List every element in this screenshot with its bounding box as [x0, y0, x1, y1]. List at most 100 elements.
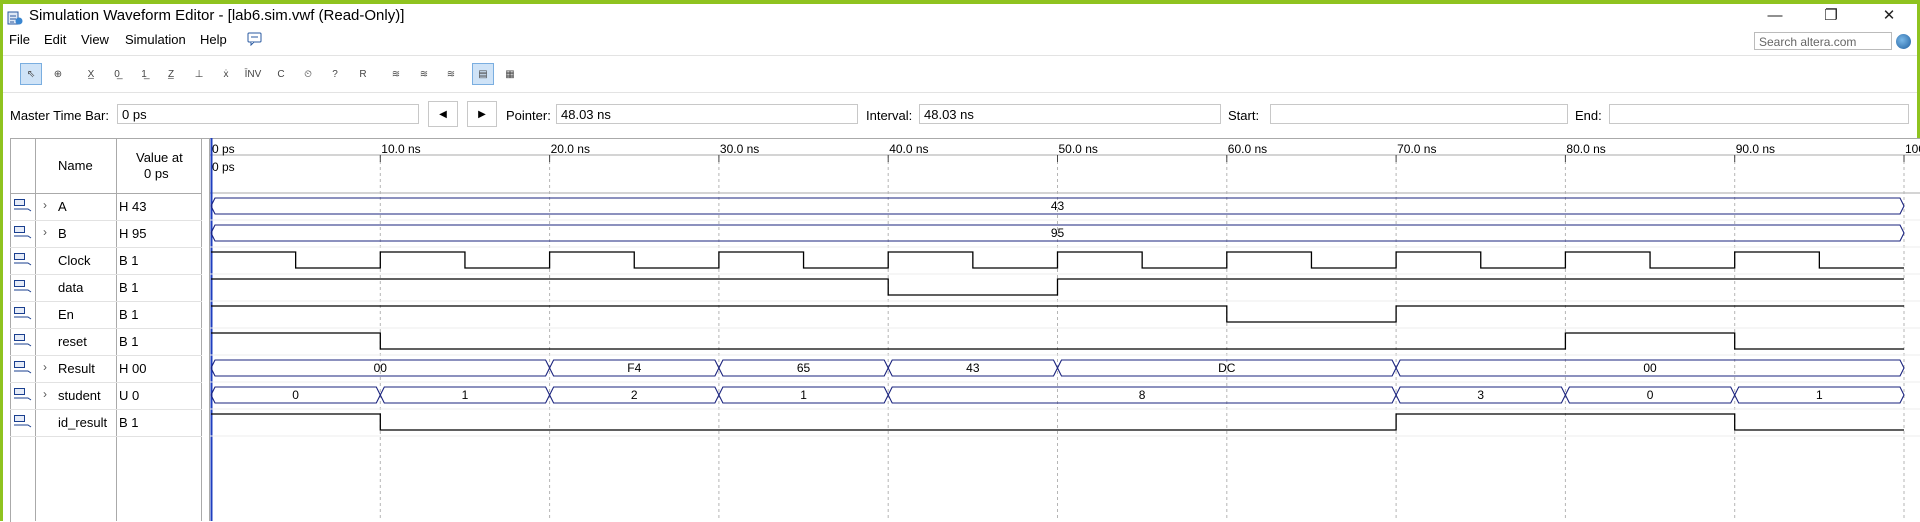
pointer-label: Pointer:	[506, 108, 551, 123]
interval-field[interactable]: 48.03 ns	[919, 104, 1221, 124]
menu-help[interactable]: Help	[200, 32, 227, 47]
bus-value-label: 00	[1643, 361, 1657, 375]
signal-value: U 0	[119, 388, 140, 403]
forcing-unknown-icon[interactable]: X̲	[80, 63, 102, 85]
input-pin-icon	[14, 280, 32, 294]
netlist-icon[interactable]: ≋	[440, 63, 462, 85]
high-impedance-icon[interactable]: Z̲	[160, 63, 182, 85]
weak-high-icon[interactable]: ẋ	[215, 63, 237, 85]
menu-simulation[interactable]: Simulation	[125, 32, 186, 47]
input-pin-icon	[14, 199, 32, 213]
expand-chevron-icon[interactable]: ›	[43, 360, 47, 374]
signal-value: B 1	[119, 334, 139, 349]
output-pin-icon	[14, 388, 32, 402]
signal-row[interactable]: reset B 1	[10, 328, 202, 356]
time-tick-label: 90.0 ns	[1736, 142, 1775, 156]
arbitrary-value-icon[interactable]: ?	[324, 63, 346, 85]
signal-row[interactable]: › B H 95	[10, 220, 202, 248]
clock-value-icon[interactable]: ⏲	[297, 63, 319, 85]
bus-value-label: 1	[462, 388, 469, 402]
timing-simulation-icon[interactable]: ≋	[413, 63, 435, 85]
signal-row[interactable]: › A H 43	[10, 193, 202, 221]
time-tick-label: 70.0 ns	[1397, 142, 1436, 156]
next-transition-button[interactable]: ▶	[467, 101, 497, 127]
app-icon	[7, 11, 23, 25]
menu-bar: File Edit View Simulation Help	[3, 28, 1917, 52]
signal-row[interactable]: data B 1	[10, 274, 202, 302]
waveform-plot[interactable]: 0 ps 10.0 ns 20.0 ns 30.0 ns 40.0 ns 50.0 ns 6…	[210, 138, 1920, 521]
grid-icon[interactable]: ▦	[499, 63, 521, 85]
signal-value: H 00	[119, 361, 147, 376]
signal-value: H 95	[119, 226, 147, 241]
time-tick-label: 0 ps	[212, 142, 235, 156]
menu-file[interactable]: File	[9, 32, 30, 47]
output-pin-icon	[14, 361, 32, 375]
master-time-bar-field[interactable]: 0 ps	[117, 104, 419, 124]
waveform-view-icon[interactable]: ▤	[472, 63, 494, 85]
start-field[interactable]	[1270, 104, 1568, 124]
search-input[interactable]: Search altera.com	[1754, 32, 1892, 50]
signal-value: B 1	[119, 280, 139, 295]
signal-value: B 1	[119, 253, 139, 268]
forcing-high-icon[interactable]: 1̲	[133, 63, 155, 85]
bus-value-label: 00	[374, 361, 388, 375]
value-column-header[interactable]: Value at	[136, 150, 183, 165]
signal-row[interactable]: › student U 0	[10, 382, 202, 410]
expand-chevron-icon[interactable]: ›	[43, 225, 47, 239]
random-value-icon[interactable]: R	[352, 63, 374, 85]
minimize-button[interactable]: —	[1755, 4, 1795, 26]
signal-row[interactable]: En B 1	[10, 301, 202, 329]
end-label: End:	[1575, 108, 1602, 123]
input-pin-icon	[14, 226, 32, 240]
time-tick-label: 20.0 ns	[551, 142, 590, 156]
expand-chevron-icon[interactable]: ›	[43, 387, 47, 401]
invert-icon[interactable]: ĪNV	[242, 63, 264, 85]
menu-view[interactable]: View	[81, 32, 109, 47]
pointer-field[interactable]: 48.03 ns	[556, 104, 858, 124]
restore-button[interactable]: ❐	[1811, 4, 1851, 26]
signal-row[interactable]: Clock B 1	[10, 247, 202, 275]
name-column-header[interactable]: Name	[58, 158, 93, 173]
time-tick-label: 80.0 ns	[1566, 142, 1605, 156]
signal-name: En	[58, 307, 74, 322]
time-tick-label: 40.0 ns	[889, 142, 928, 156]
interval-label: Interval:	[866, 108, 913, 123]
feedback-icon[interactable]	[247, 32, 263, 46]
bus-value-label: 0	[292, 388, 299, 402]
signal-value: B 1	[119, 307, 139, 322]
time-tick-label: 60.0 ns	[1228, 142, 1267, 156]
bus-value-label: 1	[1816, 388, 1823, 402]
signal-name: reset	[58, 334, 87, 349]
bus-value-label: 0	[1647, 388, 1654, 402]
end-field[interactable]	[1609, 104, 1909, 124]
menu-edit[interactable]: Edit	[44, 32, 66, 47]
time-tick-label: 100.0	[1905, 142, 1920, 156]
bit-waveform	[211, 278, 1904, 296]
zoom-tool-icon[interactable]: ⊕	[47, 63, 69, 85]
signal-name: data	[58, 280, 84, 295]
output-pin-icon	[14, 415, 32, 429]
bus-value-label: 1	[800, 388, 807, 402]
weak-low-icon[interactable]: ⊥	[188, 63, 210, 85]
close-button[interactable]: ✕	[1869, 4, 1909, 26]
master-bar-label: 0 ps	[212, 160, 235, 174]
functional-simulation-icon[interactable]: ≋	[385, 63, 407, 85]
signal-row[interactable]: › Result H 00	[10, 355, 202, 383]
window-title: Simulation Waveform Editor - [lab6.sim.v…	[29, 7, 405, 24]
signal-value: B 1	[119, 415, 139, 430]
signal-value: H 43	[119, 199, 147, 214]
signal-row[interactable]: id_result B 1	[10, 409, 202, 437]
input-pin-icon	[14, 253, 32, 267]
count-value-icon[interactable]: C	[270, 63, 292, 85]
time-tick-label: 10.0 ns	[381, 142, 420, 156]
bit-waveform	[211, 251, 1904, 269]
forcing-low-icon[interactable]: 0̲	[106, 63, 128, 85]
time-tick-label: 30.0 ns	[720, 142, 759, 156]
time-tick-label: 50.0 ns	[1059, 142, 1098, 156]
signal-name: Clock	[58, 253, 91, 268]
prev-transition-button[interactable]: ◀	[428, 101, 458, 127]
globe-icon[interactable]	[1896, 34, 1911, 49]
selection-tool-icon[interactable]: ⇖	[20, 63, 42, 85]
bus-value-label: 3	[1477, 388, 1484, 402]
expand-chevron-icon[interactable]: ›	[43, 198, 47, 212]
